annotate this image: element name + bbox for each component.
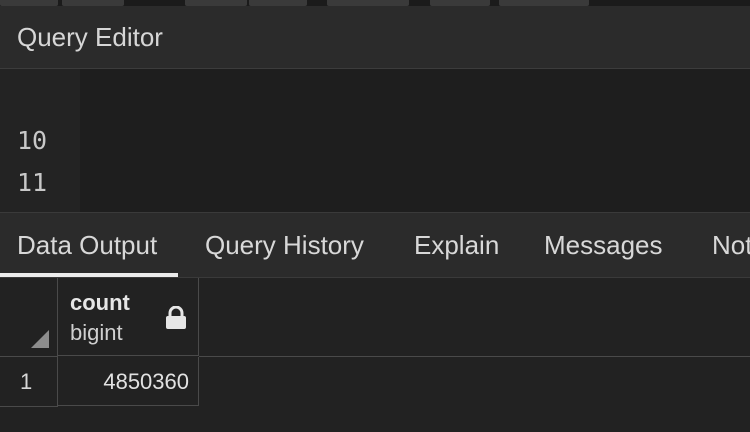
query-editor-header: Query Editor bbox=[0, 6, 750, 69]
select-all-corner[interactable] bbox=[0, 278, 58, 357]
data-output-grid: count bigint 1 4850360 bbox=[0, 278, 750, 432]
column-type: bigint bbox=[70, 320, 123, 345]
results-tab-bar: Data Output Query History Explain Messag… bbox=[0, 212, 750, 278]
tab-notifications[interactable]: Notifications bbox=[712, 213, 750, 277]
column-name: count bbox=[70, 290, 130, 315]
panel-title: Query Editor bbox=[17, 22, 163, 52]
corner-triangle-icon bbox=[31, 330, 49, 348]
lock-icon bbox=[166, 306, 186, 329]
row-number[interactable]: 1 bbox=[0, 357, 58, 407]
code-line[interactable]: 10 bbox=[0, 78, 750, 155]
tab-messages[interactable]: Messages bbox=[544, 213, 663, 277]
column-header-count[interactable]: count bigint bbox=[58, 278, 199, 356]
tab-query-history[interactable]: Query History bbox=[205, 213, 364, 277]
code-line[interactable]: 11 bbox=[0, 120, 750, 197]
tab-explain[interactable]: Explain bbox=[414, 213, 499, 277]
code-editor[interactable]: 10 11 12 select count (*) from review_id… bbox=[0, 69, 750, 212]
code-line[interactable]: 12 select count (*) from review_id_table… bbox=[0, 162, 750, 212]
table-cell[interactable]: 4850360 bbox=[58, 357, 199, 406]
tab-data-output[interactable]: Data Output bbox=[0, 213, 179, 277]
line-number: 12 bbox=[17, 204, 57, 212]
header-filler bbox=[199, 278, 750, 357]
